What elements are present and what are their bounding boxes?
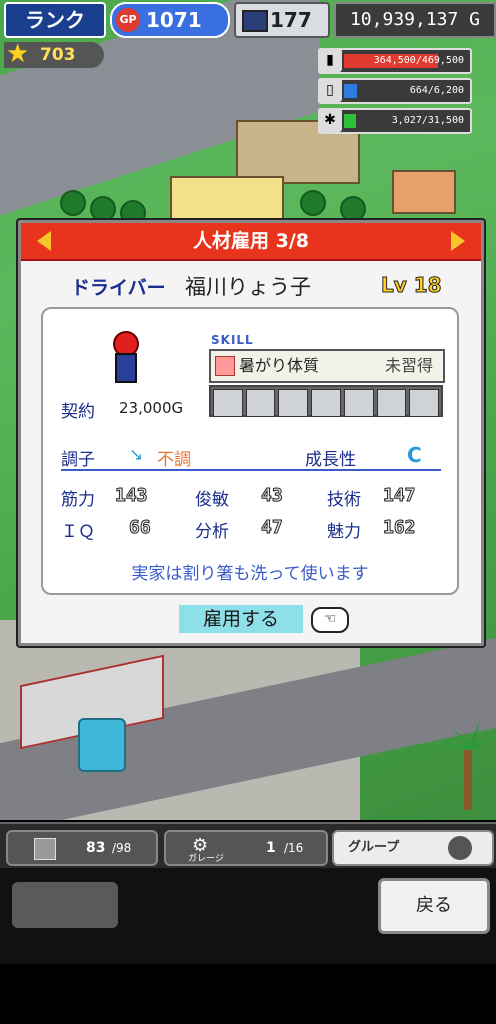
stat-label: 俊敏 [195,490,229,510]
group-label: グループ [348,840,400,855]
condition-row: 調子 ↘ 不調 成長性 C [61,443,441,471]
growth-label: 成長性 [305,450,356,470]
job-label: ドライバー [71,277,166,299]
next-arrow-icon[interactable] [451,231,465,251]
building [170,176,284,220]
skill-slot-icon [245,389,276,417]
group-tab[interactable]: グループ [332,830,494,866]
star-counter[interactable]: ★ 703 [4,39,104,69]
stat-label: ＩＱ [61,522,95,542]
gp-counter[interactable]: GP 1071 [110,2,230,38]
oil-text: 664/6,200 [409,85,464,96]
candidate-name: 福川りょう子 [185,275,311,299]
skill-slot-icon [376,389,407,417]
fuel-bar: ▮ 364,500/469,500 [318,48,472,74]
prev-arrow-icon[interactable] [37,231,51,251]
condition-label: 調子 [61,450,95,470]
skill-slot-icon [278,389,309,417]
parts-count: 83 [86,840,106,856]
tree [300,190,326,216]
stat-value: 143 [115,485,149,507]
hire-dialog: 人材雇用 3/8 ドライバー 福川りょう子 Lv 18 SKILL 暑がり体質 … [18,220,484,646]
down-arrow-icon: ↘ [129,445,144,465]
skill-label: SKILL [211,333,254,347]
stat-label: 魅力 [327,522,361,542]
skill-slot-icon [311,389,341,417]
stat-label: 筋力 [61,490,95,510]
star-icon: ★ [6,39,30,69]
oil-bar: ▯ 664/6,200 [318,78,472,104]
contract-label: 契約 [61,402,95,422]
stat-value: 162 [383,517,417,539]
skill-name: 暑がり体質 [239,356,320,375]
empty-slot [12,882,118,928]
gp-coin-icon: GP [116,8,140,32]
oil-icon: ▯ [318,78,342,102]
rank-badge[interactable]: ランク111 [4,2,106,64]
skill-slot-icon [343,389,374,417]
tree [60,190,86,216]
trash-bin [78,718,126,772]
garage-tab[interactable]: ガレージ ⚙ 1 /16 [164,830,328,866]
stat-value: 47 [261,517,284,539]
candidate-panel: SKILL 暑がり体質 未習得 契約 23,000G 調子 ↘ 不調 成長性 C… [41,307,459,595]
stat-value: 43 [261,485,284,507]
stat-value: 66 [129,517,152,539]
stat-value: 147 [383,485,417,507]
hire-button[interactable]: 雇用する [179,605,303,633]
back-button[interactable]: 戻る [378,878,490,934]
tree [340,196,366,222]
action-bar: 戻る [0,868,496,964]
fuel-icon: ▮ [318,48,342,72]
palm-tree [440,720,496,810]
building [392,170,456,214]
wheat-bar: ✱ 3,027/31,500 [318,108,472,134]
parts-tab[interactable]: 83 /98 [6,830,158,866]
skill-status: 未習得 [384,356,433,375]
computer-value: 177 [270,8,312,32]
wheat-text: 3,027/31,500 [391,115,464,126]
car-icon: ⚙ [192,835,209,856]
top-hud: ランク111 GP 1071 177 10,939,137 G [0,0,496,64]
stat-label: 技術 [327,490,361,510]
stat-label: 分析 [195,522,229,542]
parts-max: /98 [112,841,132,855]
oil-fill [344,84,357,98]
dialog-title: 人材雇用 3/8 [21,223,481,261]
pointing-hand-icon: ☜ [311,607,349,633]
skill-slot-icon [409,389,440,417]
skill-icon [215,356,235,376]
growth-value: C [407,443,422,467]
fuel-text: 364,500/469,500 [373,55,464,66]
garage-max: /16 [284,841,304,855]
gp-value: 1071 [146,8,202,32]
bottom-tabs: 83 /98 ガレージ ⚙ 1 /16 グループ [0,822,496,870]
tree [90,196,116,222]
wheat-fill [344,114,356,128]
dialog-title-text: 人材雇用 3/8 [193,230,309,252]
condition-value: 不調 [157,450,191,470]
money-display: 10,939,137 G [334,2,496,38]
skill-box[interactable]: 暑がり体質 未習得 [209,349,445,383]
crate-icon [34,838,56,860]
computer-counter[interactable]: 177 [234,2,330,38]
garage-count: 1 [266,840,276,856]
level-badge: Lv 18 [381,273,443,298]
person-icon [448,836,472,860]
star-value: 703 [40,45,76,65]
driver-avatar [109,331,139,383]
wheat-icon: ✱ [318,108,342,132]
computer-icon [242,10,268,32]
skill-slots [209,385,443,417]
candidate-motto: 実家は割り箸も洗って使います [131,564,369,584]
contract-value: 23,000G [119,399,184,417]
skill-slot-icon [213,389,243,417]
